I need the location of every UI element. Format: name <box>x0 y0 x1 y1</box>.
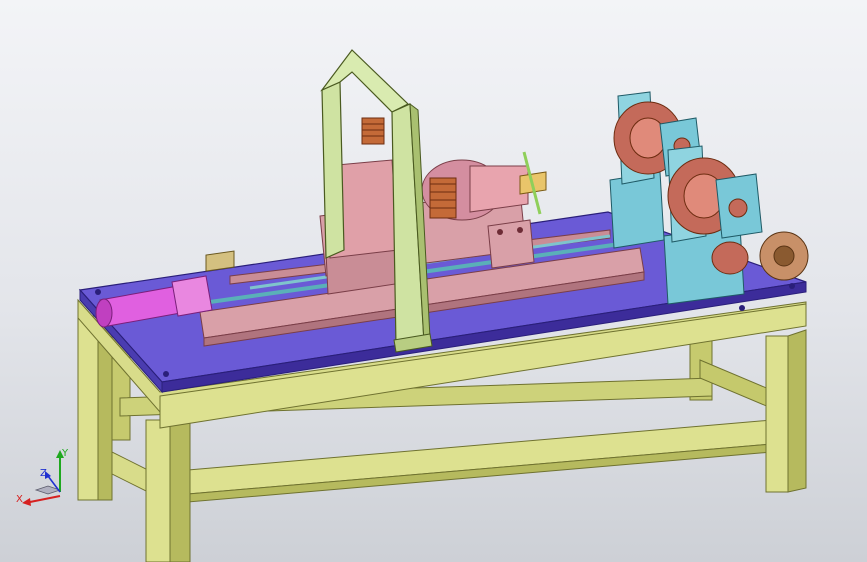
pulley <box>711 241 749 275</box>
x-axis-label: X <box>16 494 23 505</box>
triad-graphic: Y X Z <box>16 448 69 506</box>
winder-base <box>609 171 665 249</box>
bolt <box>517 227 523 233</box>
plate-bolt-hole <box>739 305 745 311</box>
winding-unit-front[interactable] <box>663 145 809 305</box>
front-right-leg <box>765 335 789 493</box>
carriage-slider <box>487 219 535 269</box>
front-left-leg <box>145 419 171 562</box>
plate-bolt-hole <box>789 283 795 289</box>
arch-spring <box>361 117 385 145</box>
carriage-spring <box>429 177 457 219</box>
plate-bolt-hole <box>163 371 169 377</box>
spindle-shaft <box>469 165 529 213</box>
left-near-leg <box>77 315 99 501</box>
assembly-model[interactable] <box>0 0 867 562</box>
front-left-leg-side <box>169 413 191 562</box>
motor-flange <box>171 275 213 317</box>
y-axis-label: Y <box>61 448 69 459</box>
drive-gear-hub <box>773 245 795 267</box>
cad-viewport[interactable]: Y X Z <box>0 0 867 562</box>
x-axis-head <box>22 498 31 506</box>
z-axis-label: Z <box>40 468 47 479</box>
front-right-leg-side <box>787 329 807 493</box>
bolt <box>497 229 503 235</box>
arch-left-post <box>321 81 345 259</box>
x-axis-arrow <box>29 495 61 503</box>
coordinate-triad: Y X Z <box>14 446 74 510</box>
motor-end-cap <box>95 298 113 328</box>
winder-hub <box>728 198 748 218</box>
plate-bolt-hole <box>95 289 101 295</box>
coupling <box>205 250 235 272</box>
